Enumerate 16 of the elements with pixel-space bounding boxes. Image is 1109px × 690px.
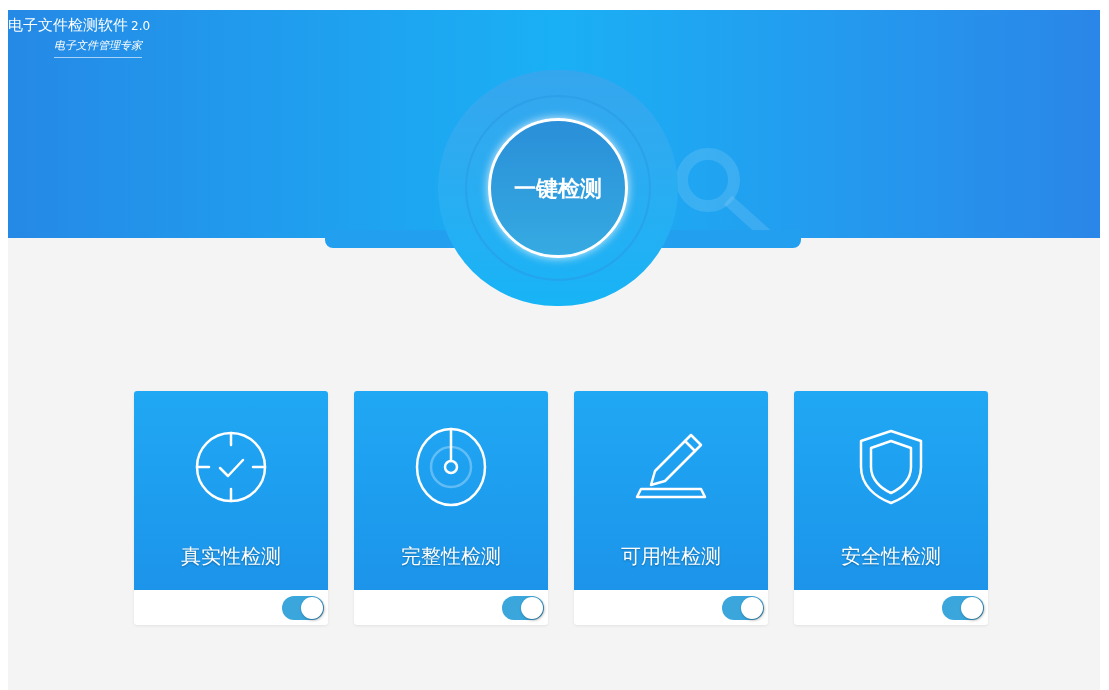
one-click-scan-button[interactable]: 一键检测 [488,118,628,258]
app-subtitle: 电子文件管理专家 [54,38,142,58]
toggle-switch[interactable] [502,595,544,620]
toggle-switch[interactable] [942,595,984,620]
toggle-switch[interactable] [282,595,324,620]
toggle-switch[interactable] [722,595,764,620]
card-label: 可用性检测 [621,543,721,570]
card-label: 完整性检测 [401,543,501,570]
card-label: 安全性检测 [841,543,941,570]
check-card[interactable]: 完整性检测 [354,391,548,625]
check-card[interactable]: 可用性检测 [574,391,768,625]
card-label: 真实性检测 [181,543,281,570]
version-label: 2.0 [131,18,151,35]
check-card[interactable]: 真实性检测 [134,391,328,625]
check-card[interactable]: 安全性检测 [794,391,988,625]
app-title: 电子文件检测软件 [8,15,128,36]
